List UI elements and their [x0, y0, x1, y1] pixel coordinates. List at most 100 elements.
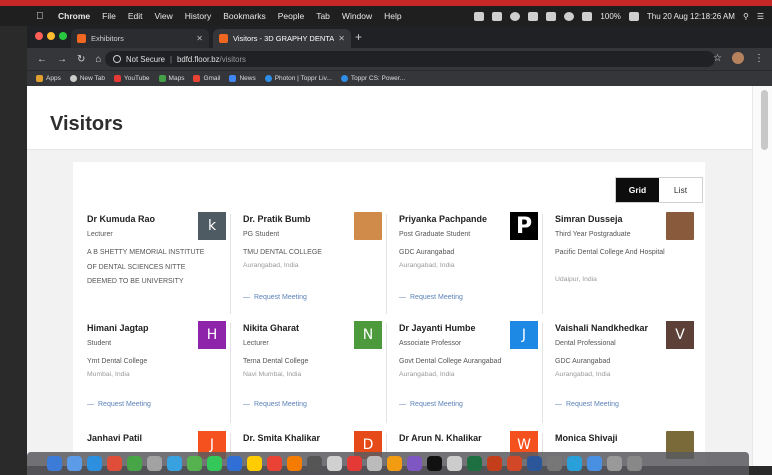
menu-window[interactable]: Window: [342, 11, 372, 21]
profile-avatar[interactable]: [732, 52, 744, 64]
request-meeting-link[interactable]: — Request Meeting: [399, 401, 463, 408]
visitor-card[interactable]: Dr. Pratik Bumb PG Student TMU DENTAL COLL…: [243, 212, 387, 314]
request-meeting-link[interactable]: — Request Meeting: [243, 294, 307, 301]
page-scrollbar[interactable]: [752, 86, 772, 466]
close-tab-icon[interactable]: ✕: [338, 34, 345, 43]
info-icon[interactable]: [113, 55, 121, 63]
visitor-card[interactable]: Himani Jagtap Student Ymt Dental College Mu…: [87, 321, 231, 423]
visitor-name[interactable]: Dr Jayanti Humbe: [399, 323, 507, 333]
flag-icon[interactable]: [528, 11, 539, 21]
dock-app-icon[interactable]: [147, 456, 162, 471]
menu-edit[interactable]: Edit: [128, 11, 143, 21]
back-icon[interactable]: ←: [37, 54, 47, 65]
menu-view[interactable]: View: [154, 11, 172, 21]
dock-app-icon[interactable]: [87, 456, 102, 471]
dock-app-icon[interactable]: [47, 456, 62, 471]
clock[interactable]: Thu 20 Aug 12:18:26 AM: [647, 12, 735, 21]
dock-app-icon[interactable]: [587, 456, 602, 471]
volume-icon[interactable]: [582, 11, 593, 21]
request-meeting-link[interactable]: — Request Meeting: [87, 401, 151, 408]
forward-icon[interactable]: →: [57, 54, 67, 65]
dock-app-icon[interactable]: [447, 456, 462, 471]
menu-file[interactable]: File: [102, 11, 116, 21]
visitor-name[interactable]: Janhavi Patil: [87, 433, 195, 443]
visitor-card[interactable]: Simran Dusseja Third Year Postgraduate Pac…: [555, 212, 699, 314]
visitor-card[interactable]: Dr Kumuda Rao Lecturer A B SHETTY MEMORIAL…: [87, 212, 231, 314]
dock-app-icon[interactable]: [347, 456, 362, 471]
bookmark-news[interactable]: News: [229, 75, 256, 82]
visitor-name[interactable]: Dr. Smita Khalikar: [243, 433, 351, 443]
dock-app-icon[interactable]: [467, 456, 482, 471]
tab-exhibitors[interactable]: Exhibitors ✕: [71, 29, 209, 48]
visitor-name[interactable]: Dr Arun N. Khalikar: [399, 433, 507, 443]
scroll-thumb[interactable]: [761, 90, 768, 150]
visitor-name[interactable]: Priyanka Pachpande: [399, 214, 507, 224]
bookmark-gmail[interactable]: Gmail: [193, 75, 220, 82]
dock-app-icon[interactable]: [427, 456, 442, 471]
chat-icon[interactable]: [492, 11, 503, 21]
wifi-icon[interactable]: [564, 11, 575, 21]
tab-visitors[interactable]: Visitors - 3D GRAPHY DENTAL ✕: [213, 29, 351, 48]
minimize-window-button[interactable]: [47, 32, 55, 40]
dock-app-icon[interactable]: [507, 456, 522, 471]
visitor-card[interactable]: Priyanka Pachpande Post Graduate Student G…: [399, 212, 543, 314]
control-center-icon[interactable]: ☰: [757, 12, 764, 21]
bluetooth-icon[interactable]: [546, 11, 557, 21]
dock-app-icon[interactable]: [547, 456, 562, 471]
address-bar[interactable]: Not Secure | bdfd.floor.bz /visitors: [105, 51, 715, 67]
dock-app-icon[interactable]: [187, 456, 202, 471]
dock-app-icon[interactable]: [607, 456, 622, 471]
dock-app-icon[interactable]: [327, 456, 342, 471]
menu-history[interactable]: History: [185, 11, 211, 21]
bookmark-new-tab[interactable]: New Tab: [69, 75, 105, 82]
request-meeting-link[interactable]: — Request Meeting: [399, 294, 463, 301]
dock-app-icon[interactable]: [367, 456, 382, 471]
menu-bookmarks[interactable]: Bookmarks: [223, 11, 266, 21]
menu-people[interactable]: People: [278, 11, 304, 21]
dock-app-icon[interactable]: [67, 456, 82, 471]
grid-view-button[interactable]: Grid: [616, 178, 659, 202]
visitor-name[interactable]: Monica Shivaji: [555, 433, 663, 443]
visitor-card[interactable]: Vaishali Nandkhedkar Dental Professional G…: [555, 321, 699, 423]
search-icon[interactable]: ⚲: [743, 12, 749, 21]
battery-percent[interactable]: 100%: [600, 12, 620, 21]
dock-app-icon[interactable]: [287, 456, 302, 471]
visitor-name[interactable]: Dr Kumuda Rao: [87, 214, 195, 224]
kebab-menu-icon[interactable]: ⋮: [754, 53, 764, 64]
dock-app-icon[interactable]: [387, 456, 402, 471]
visitor-card[interactable]: Dr Jayanti Humbe Associate Professor Govt …: [399, 321, 543, 423]
dock-app-icon[interactable]: [567, 456, 582, 471]
visitor-name[interactable]: Simran Dusseja: [555, 214, 663, 224]
dock-app-icon[interactable]: [127, 456, 142, 471]
close-window-button[interactable]: [35, 32, 43, 40]
menu-tab[interactable]: Tab: [316, 11, 330, 21]
dock-app-icon[interactable]: [247, 456, 262, 471]
menu-app-name[interactable]: Chrome: [58, 11, 90, 21]
battery-icon[interactable]: [628, 11, 639, 21]
visitor-card[interactable]: Nikita Gharat Lecturer Terna Dental Colleg…: [243, 321, 387, 423]
dock-app-icon[interactable]: [627, 456, 642, 471]
dock-app-icon[interactable]: [527, 456, 542, 471]
dock-app-icon[interactable]: [487, 456, 502, 471]
dock-app-icon[interactable]: [107, 456, 122, 471]
timer-icon[interactable]: [510, 11, 521, 21]
dock-app-icon[interactable]: [167, 456, 182, 471]
visitor-name[interactable]: Himani Jagtap: [87, 323, 195, 333]
request-meeting-link[interactable]: — Request Meeting: [243, 401, 307, 408]
close-tab-icon[interactable]: ✕: [196, 34, 203, 43]
reload-icon[interactable]: ↻: [77, 54, 85, 65]
visitor-name[interactable]: Vaishali Nandkhedkar: [555, 323, 663, 333]
request-meeting-link[interactable]: — Request Meeting: [555, 401, 619, 408]
dock-app-icon[interactable]: [267, 456, 282, 471]
bookmark-toppr[interactable]: Toppr CS: Power...: [340, 75, 405, 82]
bookmark-star-icon[interactable]: ☆: [713, 53, 722, 64]
new-tab-icon[interactable]: +: [355, 30, 362, 44]
menu-help[interactable]: Help: [384, 11, 401, 21]
screen-icon[interactable]: [474, 11, 485, 21]
list-view-button[interactable]: List: [659, 178, 702, 202]
dock-app-icon[interactable]: [227, 456, 242, 471]
visitor-name[interactable]: Dr. Pratik Bumb: [243, 214, 351, 224]
apple-icon[interactable]: : [36, 11, 50, 22]
dock-app-icon[interactable]: [207, 456, 222, 471]
bookmark-apps[interactable]: Apps: [36, 75, 61, 82]
